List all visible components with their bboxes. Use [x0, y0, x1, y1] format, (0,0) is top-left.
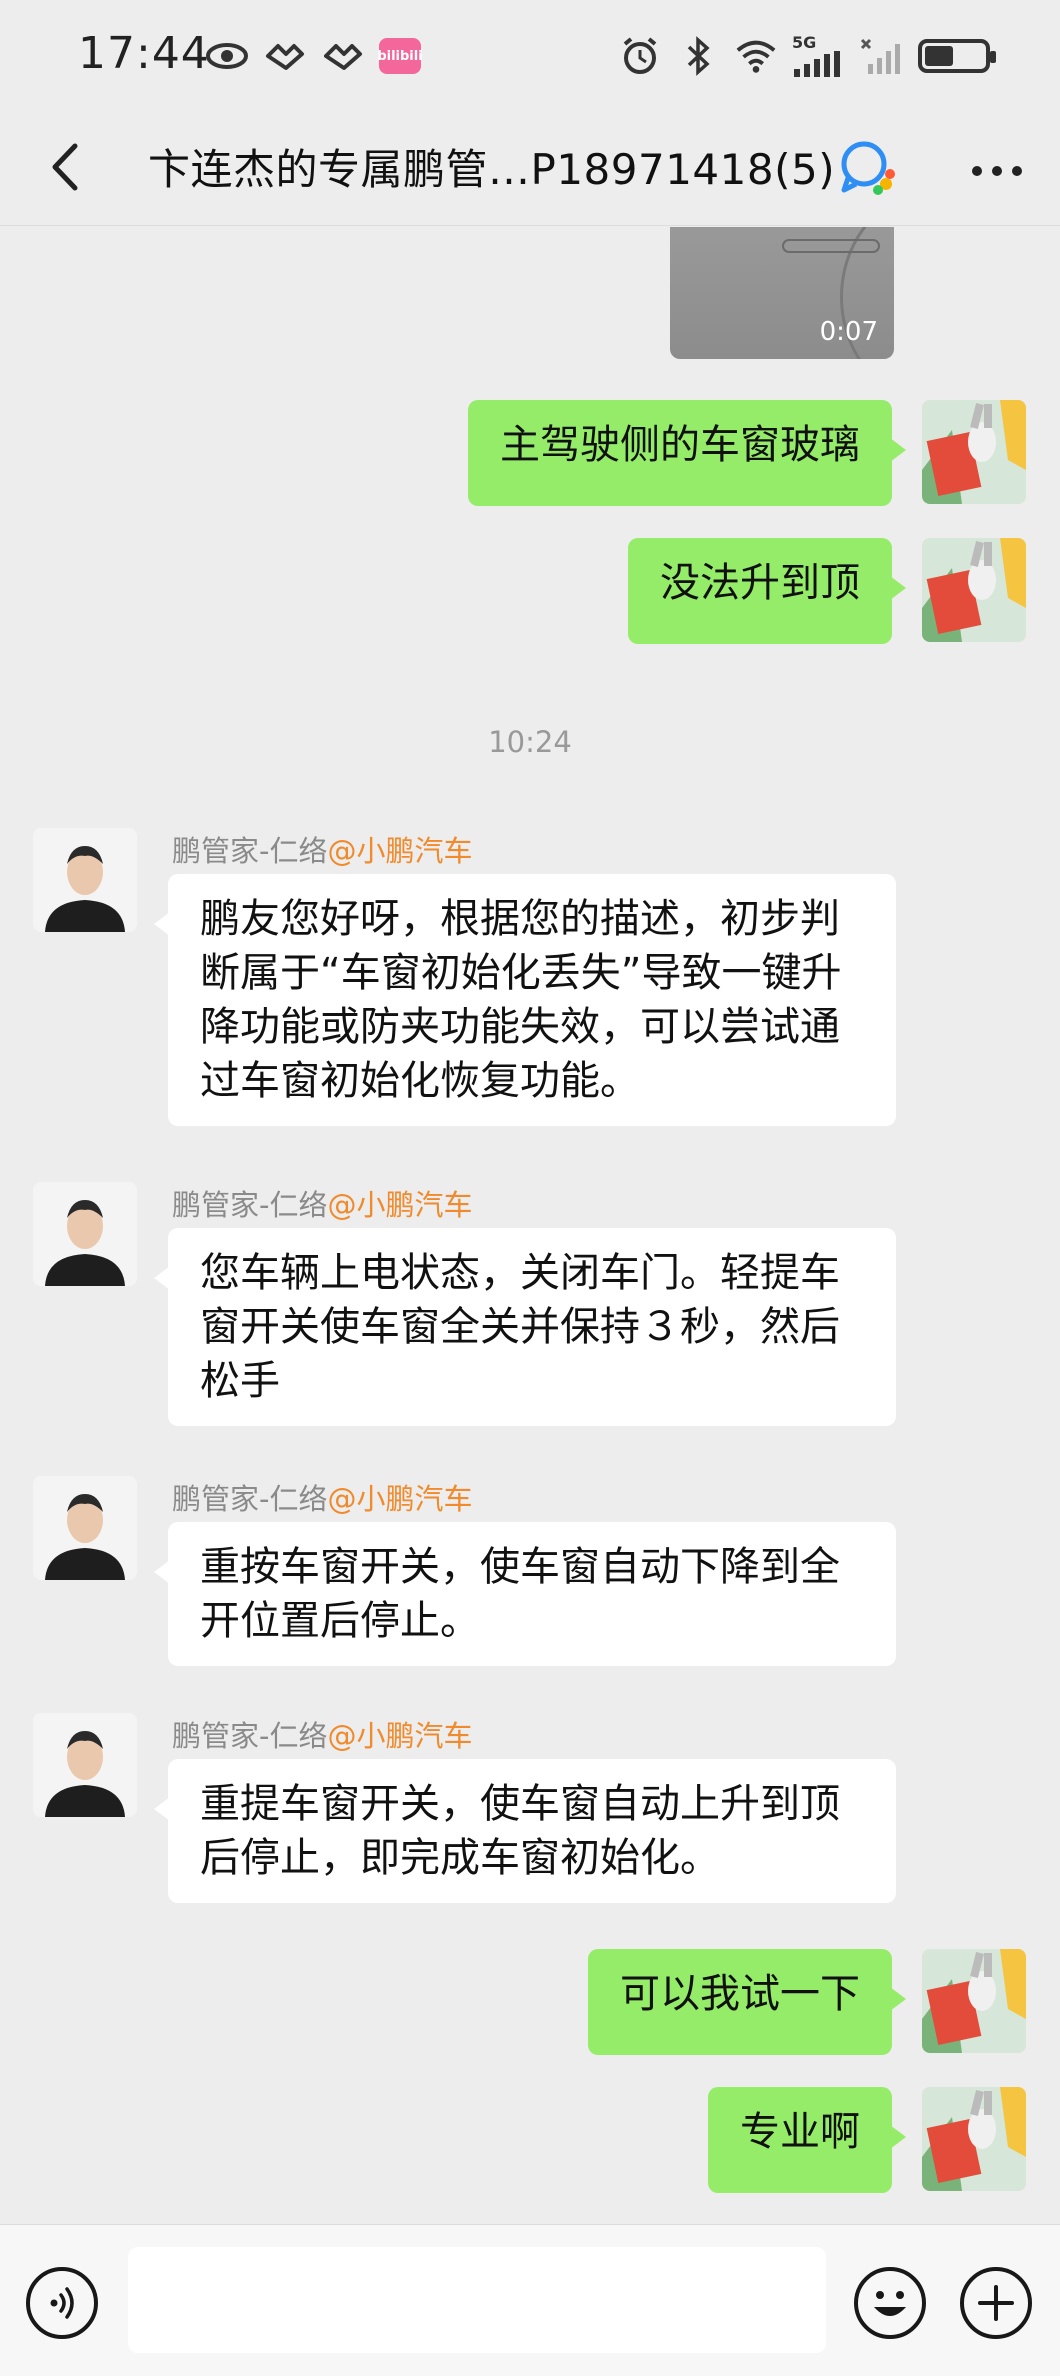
wifi-icon [734, 34, 778, 78]
bluetooth-icon [676, 34, 720, 78]
eye-icon [205, 34, 249, 78]
plus-icon [978, 2285, 1014, 2321]
my-avatar[interactable] [922, 1949, 1026, 2053]
sender-label: 鹏管家-仁络@小鹏汽车 [172, 828, 472, 870]
incoming-message[interactable]: 重提车窗开关，使车窗自动上升到顶后停止，即完成车窗初始化。 [154, 1759, 896, 1903]
enterprise-chat-icon [838, 138, 900, 200]
agent-avatar[interactable] [33, 1476, 137, 1580]
more-dots-icon [972, 166, 1022, 176]
chat-header: 卞连杰的专属鹏管…P18971418(5) [0, 110, 1060, 226]
outgoing-message[interactable]: 可以我试一下 [588, 1949, 906, 2055]
outgoing-message[interactable]: 主驾驶侧的车窗玻璃 [468, 400, 906, 506]
bilibili-icon: bilibili [377, 38, 423, 74]
message-text: 重按车窗开关，使车窗自动下降到全开位置后停止。 [200, 1544, 840, 1644]
voice-input-button[interactable] [26, 2267, 98, 2339]
agent-avatar[interactable] [33, 1713, 137, 1817]
message-text: 您车辆上电状态，关闭车门。轻提车窗开关使车窗全关并保持３秒，然后松手 [200, 1250, 840, 1404]
sender-label: 鹏管家-仁络@小鹏汽车 [172, 1476, 472, 1518]
video-duration: 0:07 [819, 317, 878, 347]
incoming-message[interactable]: 重按车窗开关，使车窗自动下降到全开位置后停止。 [154, 1522, 896, 1666]
sender-label: 鹏管家-仁络@小鹏汽车 [172, 1182, 472, 1224]
message-text: 鹏友您好呀，根据您的描述，初步判断属于“车窗初始化丢失”导致一键升降功能或防夹功… [200, 896, 842, 1104]
status-time: 17:44 [78, 28, 210, 79]
sender-org: @小鹏汽车 [327, 1719, 473, 1753]
back-button[interactable] [30, 132, 100, 202]
sender-org: @小鹏汽车 [327, 1188, 473, 1222]
voice-icon [50, 2287, 74, 2319]
battery-icon [918, 39, 996, 73]
sender-name: 鹏管家-仁络 [172, 1719, 328, 1753]
app-notification-icon [263, 34, 307, 78]
sender-name: 鹏管家-仁络 [172, 1188, 328, 1222]
sender-label: 鹏管家-仁络@小鹏汽车 [172, 1713, 472, 1755]
agent-avatar[interactable] [33, 828, 137, 932]
sender-name: 鹏管家-仁络 [172, 1482, 328, 1516]
agent-avatar[interactable] [33, 1182, 137, 1286]
my-avatar[interactable] [922, 538, 1026, 642]
signal-icon: 5G [792, 34, 846, 78]
status-bar: 17:44 bilibili 5G [0, 0, 1060, 110]
sender-org: @小鹏汽车 [327, 834, 473, 868]
more-features-button[interactable] [960, 2267, 1032, 2339]
my-avatar[interactable] [922, 400, 1026, 504]
network-type-label: 5G [792, 33, 817, 52]
message-input[interactable] [128, 2247, 826, 2353]
outgoing-message[interactable]: 没法升到顶 [628, 538, 906, 644]
message-text: 重提车窗开关，使车窗自动上升到顶后停止，即完成车窗初始化。 [200, 1781, 840, 1881]
app-notification-icon [321, 34, 365, 78]
signal-off-icon [860, 34, 904, 78]
outgoing-message[interactable]: 专业啊 [708, 2087, 906, 2193]
sender-org: @小鹏汽车 [327, 1482, 473, 1516]
chat-title: 卞连杰的专属鹏管…P18971418(5) [148, 145, 836, 194]
message-text: 专业啊 [740, 2109, 860, 2155]
video-message[interactable]: 0:07 [670, 227, 894, 359]
incoming-message[interactable]: 您车辆上电状态，关闭车门。轻提车窗开关使车窗全关并保持３秒，然后松手 [154, 1228, 896, 1426]
emoji-icon [874, 2291, 906, 2316]
message-text: 可以我试一下 [620, 1971, 860, 2017]
sender-name: 鹏管家-仁络 [172, 834, 328, 868]
more-options-button[interactable] [962, 136, 1032, 206]
message-text: 没法升到顶 [660, 560, 860, 606]
alarm-icon [618, 34, 662, 78]
incoming-message[interactable]: 鹏友您好呀，根据您的描述，初步判断属于“车窗初始化丢失”导致一键升降功能或防夹功… [154, 874, 896, 1126]
emoji-button[interactable] [854, 2267, 926, 2339]
message-text: 主驾驶侧的车窗玻璃 [500, 422, 860, 468]
message-list[interactable]: 0:07 主驾驶侧的车窗玻璃 没法升到顶 10:24 鹏管家-仁络@小鹏汽车 鹏… [0, 227, 1060, 2224]
time-divider: 10:24 [488, 725, 572, 759]
chevron-left-icon [52, 143, 78, 191]
my-avatar[interactable] [922, 2087, 1026, 2191]
input-bar [0, 2224, 1060, 2376]
